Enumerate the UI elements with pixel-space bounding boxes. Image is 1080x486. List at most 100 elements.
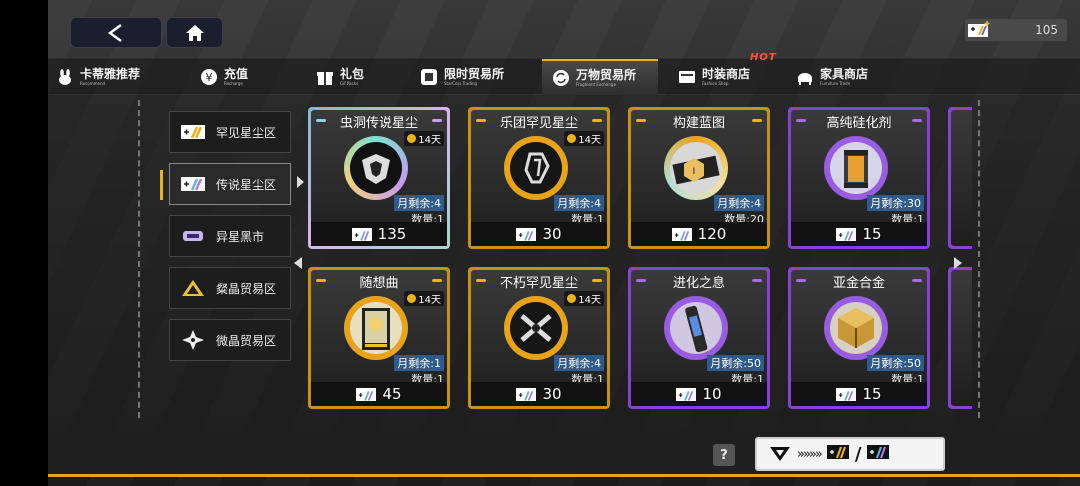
sidebar-item-rare-stardust[interactable]: 罕见星尘区 — [169, 111, 291, 153]
right-divider — [978, 100, 980, 418]
tab-sublabel: Furniture Trade — [820, 81, 851, 86]
clock-icon — [567, 134, 577, 143]
tab-sublabel: Gif Packs — [340, 81, 359, 86]
arrow-logo-icon — [770, 447, 790, 461]
exchange-icon — [552, 69, 570, 87]
sidebar-item-crystal-trade[interactable]: 粲晶贸易区 — [169, 267, 291, 309]
item-card[interactable]: 不朽罕见星尘 14天 月剩余:4 数量:1 30 — [468, 267, 610, 409]
bottom-accent-line — [48, 474, 1080, 477]
help-button[interactable]: ? — [713, 444, 735, 466]
price-value: 30 — [542, 385, 562, 403]
tab-gift-packs[interactable]: 礼包 Gif Packs — [316, 59, 364, 95]
character-card-icon — [344, 296, 408, 360]
left-divider — [138, 100, 140, 418]
sidebar-item-label: 传说星尘区 — [216, 177, 277, 192]
tab-label: 限时贸易所 — [444, 67, 505, 81]
item-card[interactable]: 乐团罕见星尘 14天 月剩余:4 数量:1 30 — [468, 107, 610, 249]
sidebar-item-label: 异星黑市 — [216, 229, 265, 244]
blackmarket-icon — [180, 227, 206, 245]
item-name: 构建蓝图 — [672, 116, 725, 131]
item-card[interactable]: 进化之息 月剩余:50 数量:1 10 — [628, 267, 770, 409]
price-value: 135 — [377, 225, 407, 243]
item-card[interactable]: 高纯硅化剂 月剩余:30 数量:1 15 — [788, 107, 930, 249]
sidebar-item-microcrystal-trade[interactable]: 微晶贸易区 — [169, 319, 291, 361]
back-button[interactable] — [70, 17, 162, 48]
home-icon — [185, 24, 204, 41]
monthly-remaining: 月剩余:1 — [394, 355, 444, 371]
sidebar-pointer-icon — [297, 176, 304, 188]
tab-sublabel: Fragment Exchange — [576, 82, 616, 87]
tab-sublabel: StarCoin Trading — [444, 81, 478, 86]
item-price: 45 — [311, 382, 447, 406]
monthly-remaining: 月剩余:4 — [714, 195, 764, 211]
tab-sublabel: Fashion Shop — [702, 81, 729, 86]
evolution-breath-icon — [664, 296, 728, 360]
scroll-right-icon[interactable] — [954, 257, 962, 269]
immortal-stardust-icon — [504, 296, 568, 360]
time-limit-badge: 14天 — [564, 131, 604, 146]
item-price: 15 — [791, 382, 927, 406]
tab-recommend[interactable]: 卡蒂雅推荐 Recommend — [56, 59, 140, 95]
exchange-stardust-button[interactable]: »»»» / — [755, 437, 945, 471]
svg-text:¥: ¥ — [206, 71, 213, 84]
monthly-remaining: 月剩余:4 — [554, 355, 604, 371]
monthly-remaining: 月剩余:4 — [554, 195, 604, 211]
item-card[interactable]: 构建蓝图 I 月剩余:4 数量:20 120 — [628, 107, 770, 249]
rare-stardust-icon — [180, 123, 206, 141]
sidebar-item-legend-stardust[interactable]: 传说星尘区 — [169, 163, 291, 205]
item-price: 30 — [471, 382, 607, 406]
item-price: 15 — [791, 222, 927, 246]
alloy-cube-icon — [824, 296, 888, 360]
item-price: 135 — [311, 222, 447, 246]
item-grid: 虫洞传说星尘 14天 月剩余:4 数量:1 135 乐团罕见星尘 14天 月剩余… — [305, 104, 972, 410]
price-value: 10 — [702, 385, 722, 403]
monthly-remaining: 月剩余:4 — [394, 195, 444, 211]
blueprint-icon: I — [664, 136, 728, 200]
svg-text:I: I — [693, 167, 696, 177]
yen-icon: ¥ — [200, 68, 218, 86]
item-card-partial[interactable] — [948, 107, 972, 249]
tab-label: 家具商店 — [820, 67, 869, 81]
scroll-left-icon[interactable] — [294, 257, 302, 269]
time-limit-text: 14天 — [418, 135, 441, 146]
time-limit-badge: 14天 — [404, 291, 444, 306]
price-value: 120 — [697, 225, 727, 243]
clock-icon — [407, 294, 417, 303]
starcoin-icon — [420, 68, 438, 86]
band-stardust-icon — [504, 136, 568, 200]
chevrons: »»»» — [797, 446, 823, 462]
clock-icon — [407, 134, 417, 143]
item-name: 虫洞传说星尘 — [339, 116, 418, 131]
sidebar-item-label: 罕见星尘区 — [216, 125, 277, 140]
fashion-icon — [678, 68, 696, 86]
hot-badge: HOT — [750, 52, 777, 63]
legend-stardust-icon — [867, 445, 890, 463]
item-card[interactable]: 虫洞传说星尘 14天 月剩余:4 数量:1 135 — [308, 107, 450, 249]
tab-recharge[interactable]: ¥ 充值 Recharge — [200, 59, 248, 95]
silicide-canister-icon — [824, 136, 888, 200]
tab-fashion-shop[interactable]: 时装商店 Fashion Shop — [678, 59, 750, 95]
legend-stardust-currency-icon — [356, 387, 377, 401]
item-card[interactable]: 亚金合金 月剩余:50 数量:1 15 — [788, 267, 930, 409]
triangle-crystal-icon — [180, 279, 206, 297]
item-card[interactable]: 随想曲 14天 月剩余:1 数量:1 45 — [308, 267, 450, 409]
home-button[interactable] — [166, 17, 223, 48]
item-name: 高纯硅化剂 — [826, 116, 892, 131]
item-name: 进化之息 — [672, 276, 725, 291]
star-crystal-icon — [180, 330, 206, 350]
time-limit-text: 14天 — [578, 135, 601, 146]
legend-stardust-currency-icon — [516, 387, 537, 401]
shop-screen: 105 卡蒂雅推荐 Recommend ¥ 充值 Recharge 礼包 Gif Pa… — [48, 0, 1080, 486]
tab-label: 万物贸易所 — [576, 68, 637, 82]
item-card-partial[interactable] — [948, 267, 972, 409]
item-price: 10 — [631, 382, 767, 406]
tab-furniture-trade[interactable]: 家具商店 Furniture Trade — [796, 59, 868, 95]
price-value: 30 — [542, 225, 562, 243]
tab-fragment-exchange[interactable]: 万物贸易所 Fragment Exchange — [542, 59, 658, 95]
active-indicator — [160, 170, 163, 200]
tab-starcoin-trading[interactable]: 限时贸易所 StarCoin Trading — [420, 59, 504, 95]
item-price: 30 — [471, 222, 607, 246]
tab-label: 充值 — [224, 67, 249, 81]
legend-stardust-currency-icon — [836, 387, 857, 401]
sidebar-item-black-market[interactable]: 异星黑市 — [169, 215, 291, 257]
